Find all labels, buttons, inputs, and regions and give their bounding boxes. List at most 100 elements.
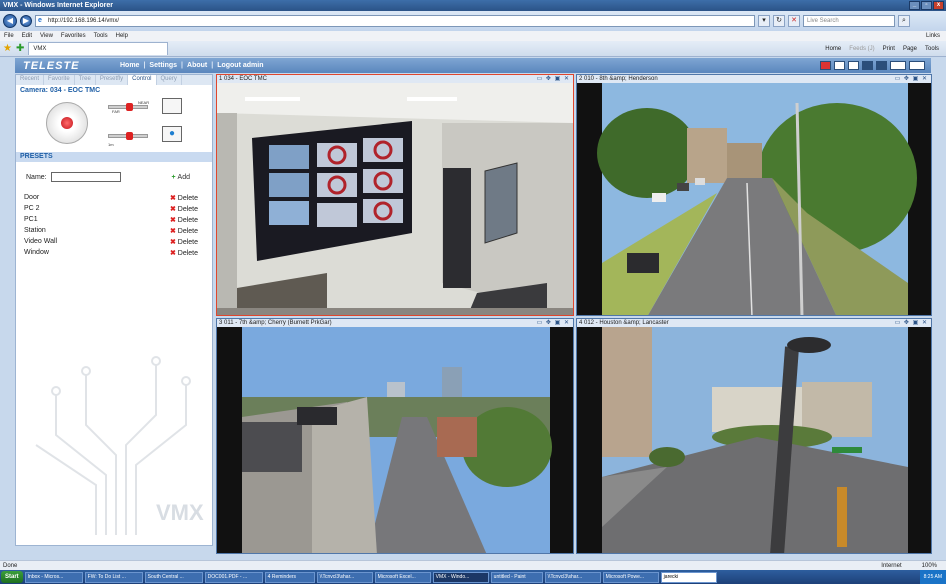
focus-slider-knob[interactable] xyxy=(126,132,133,140)
add-label: Add xyxy=(177,173,190,181)
tab-recent[interactable]: Recent xyxy=(16,75,45,85)
tile-controls-icon[interactable]: ▭ ✥ ▣ ✕ xyxy=(895,75,931,83)
links-label[interactable]: Links xyxy=(926,33,946,39)
focus-slider[interactable] xyxy=(108,132,148,140)
video-tile-3[interactable]: 3 011 - 7th &amp; Cherry (Burnett PrkGar… xyxy=(216,318,574,554)
back-button[interactable]: ◀ xyxy=(3,14,17,28)
video-feed-houston-lancaster[interactable] xyxy=(577,327,931,553)
video-tile-4[interactable]: 4 012 - Houston &amp; Lancaster ▭ ✥ ▣ ✕ xyxy=(576,318,932,554)
add-preset-button[interactable]: + Add xyxy=(171,174,190,181)
joystick-center-icon[interactable] xyxy=(61,117,73,129)
taskbar-item[interactable]: Microsoft Powe... xyxy=(602,571,659,583)
presets-header: PRESETS xyxy=(16,152,212,162)
layout-1x1-icon[interactable] xyxy=(820,61,831,70)
layout-2x2-icon[interactable] xyxy=(834,61,845,70)
taskbar-item[interactable]: FW: To Do List ... xyxy=(84,571,143,583)
preset-name[interactable]: Video Wall xyxy=(24,238,57,245)
menu-edit[interactable]: Edit xyxy=(22,33,32,39)
refresh-icon[interactable]: ↻ xyxy=(773,15,785,27)
menu-help[interactable]: Help xyxy=(116,33,128,39)
home-command[interactable]: Home xyxy=(825,46,841,52)
address-bar[interactable]: http://192.168.196.14/vmx/ xyxy=(35,15,755,27)
close-button[interactable]: x xyxy=(933,1,944,10)
delete-preset-button[interactable]: ✖ Delete xyxy=(170,216,198,224)
menu-favorites[interactable]: Favorites xyxy=(61,33,86,39)
layout-grid-icon[interactable] xyxy=(909,61,925,70)
video-tile-1[interactable]: 1 034 - EOC TMC ▭ ✥ ▣ ✕ xyxy=(216,74,574,316)
preset-item[interactable]: Window ✖ Delete xyxy=(16,247,212,258)
delete-preset-button[interactable]: ✖ Delete xyxy=(170,238,198,246)
zoom-indicator[interactable]: 100% xyxy=(922,563,937,569)
menu-file[interactable]: File xyxy=(4,33,14,39)
taskbar-item[interactable]: Inbox - Micros... xyxy=(24,571,83,583)
taskbar-item[interactable]: Microsoft Excel... xyxy=(374,571,431,583)
preset-item[interactable]: Video Wall ✖ Delete xyxy=(16,236,212,247)
nav-settings[interactable]: Settings xyxy=(149,62,177,69)
delete-preset-button[interactable]: ✖ Delete xyxy=(170,227,198,235)
feeds-command[interactable]: Feeds (J) xyxy=(849,46,874,52)
tab-tree[interactable]: Tree xyxy=(75,75,96,85)
taskbar-item[interactable]: \\Tcnvcl3\shar... xyxy=(316,571,373,583)
address-dropdown-icon[interactable]: ▾ xyxy=(758,15,770,27)
preset-name[interactable]: PC 2 xyxy=(24,205,40,212)
tab-favorite[interactable]: Favorite xyxy=(44,75,75,85)
search-icon[interactable]: ⌕ xyxy=(898,15,910,27)
zoom-slider[interactable] xyxy=(108,103,148,111)
preset-name-input[interactable] xyxy=(50,172,121,182)
tile-controls-icon[interactable]: ▭ ✥ ▣ ✕ xyxy=(537,75,573,83)
add-favorite-icon[interactable]: ✚ xyxy=(16,43,24,54)
maximize-button[interactable]: ▫ xyxy=(921,1,932,10)
tile-controls-icon[interactable]: ▭ ✥ ▣ ✕ xyxy=(895,319,931,327)
preset-name[interactable]: Window xyxy=(24,249,49,256)
tools-command[interactable]: Tools xyxy=(925,46,939,52)
layout-4x4-icon[interactable] xyxy=(876,61,887,70)
preset-item[interactable]: Station ✖ Delete xyxy=(16,225,212,236)
video-tile-2[interactable]: 2 010 - 8th &amp; Henderson ▭ ✥ ▣ ✕ xyxy=(576,74,932,316)
nav-home[interactable]: Home xyxy=(120,62,139,69)
layout-refresh-icon[interactable] xyxy=(848,61,859,70)
forward-button[interactable]: ▶ xyxy=(20,15,32,27)
search-input[interactable]: Live Search xyxy=(803,15,895,27)
video-feed-8th-henderson[interactable] xyxy=(577,83,931,315)
delete-preset-button[interactable]: ✖ Delete xyxy=(170,205,198,213)
menu-view[interactable]: View xyxy=(40,33,53,39)
delete-preset-button[interactable]: ✖ Delete xyxy=(170,194,198,202)
layout-wide-icon[interactable] xyxy=(890,61,906,70)
taskbar-item[interactable]: South Central ... xyxy=(144,571,203,583)
menu-tools[interactable]: Tools xyxy=(94,33,108,39)
preset-item[interactable]: PC 2 ✖ Delete xyxy=(16,203,212,214)
nav-about[interactable]: About xyxy=(187,62,207,69)
wiper-icon[interactable] xyxy=(162,98,182,114)
delete-preset-button[interactable]: ✖ Delete xyxy=(170,249,198,257)
nav-logout[interactable]: Logout admin xyxy=(217,62,263,69)
stop-icon[interactable]: ✕ xyxy=(788,15,800,27)
preset-item[interactable]: PC1 ✖ Delete xyxy=(16,214,212,225)
preset-item[interactable]: Door ✖ Delete xyxy=(16,192,212,203)
preset-name[interactable]: Door xyxy=(24,194,39,201)
taskbar-item[interactable]: untitled - Paint xyxy=(490,571,543,583)
preset-name[interactable]: PC1 xyxy=(24,216,38,223)
water-drop-icon[interactable]: ● xyxy=(162,126,182,142)
favorites-star-icon[interactable]: ★ xyxy=(3,43,12,54)
taskbar-item-active[interactable]: VMX - Windo... xyxy=(432,571,489,583)
taskbar-item[interactable]: DOC001.PDF - ... xyxy=(204,571,263,583)
video-feed-eoc-tmc[interactable] xyxy=(217,83,573,315)
taskbar-item[interactable]: \\Tcnvcl3\shar... xyxy=(544,571,601,583)
start-button[interactable]: Start xyxy=(1,571,23,583)
video-feed-7th-cherry[interactable] xyxy=(217,327,573,553)
taskbar-item[interactable]: 4 Reminders xyxy=(264,571,315,583)
zoom-slider-knob[interactable] xyxy=(126,103,133,111)
tab-control[interactable]: Control xyxy=(128,75,157,85)
taskbar-search[interactable]: jarecki xyxy=(660,571,717,583)
page-command[interactable]: Page xyxy=(903,46,917,52)
preset-name[interactable]: Station xyxy=(24,227,46,234)
tile-controls-icon[interactable]: ▭ ✥ ▣ ✕ xyxy=(537,319,573,327)
browser-tab-vmx[interactable]: VMX xyxy=(28,42,169,55)
layout-3x3-icon[interactable] xyxy=(862,61,873,70)
minimize-button[interactable]: _ xyxy=(909,1,920,10)
tab-presetfly[interactable]: Presetfly xyxy=(96,75,129,85)
status-text: Done xyxy=(3,562,18,569)
tab-query[interactable]: Query xyxy=(157,75,182,85)
print-command[interactable]: Print xyxy=(883,46,895,52)
delete-label: Delete xyxy=(177,227,198,235)
